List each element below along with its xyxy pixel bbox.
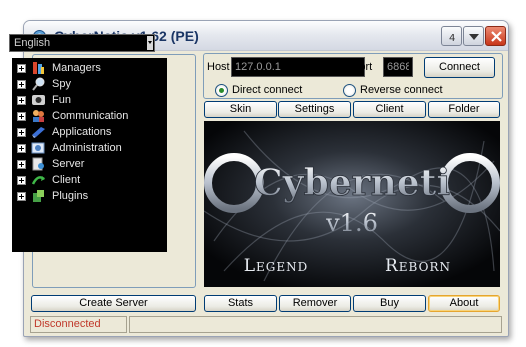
banner-right-word: Reborn [385,256,451,276]
help-button[interactable]: 4 [441,26,462,46]
close-icon [491,31,502,42]
server-icon [32,157,44,171]
expand-icon[interactable] [17,63,26,73]
stats-button[interactable]: Stats [204,295,277,312]
managers-icon [33,62,44,74]
status-panel [129,316,502,333]
minimize-button[interactable] [463,26,484,46]
tree-item-administration[interactable]: Administration [12,140,167,156]
expand-icon[interactable] [17,191,26,201]
expand-icon[interactable] [17,175,26,185]
tree-item-label: Fun [52,94,71,106]
chevron-down-icon [469,34,479,40]
language-select[interactable]: English [9,34,155,52]
expand-icon[interactable] [17,95,26,105]
tree-item-spy[interactable]: Spy [12,76,167,92]
skin-banner: Cyberneti v1.6 Legend Reborn [204,121,500,287]
remover-button[interactable]: Remover [279,295,351,312]
feature-tree: Managers Spy Fun Communication Applicati… [12,58,167,252]
svg-text:4: 4 [449,33,455,44]
port-input[interactable] [383,57,413,77]
expand-icon[interactable] [17,143,26,153]
tree-item-communication[interactable]: Communication [12,108,167,124]
port-label: Port [352,61,373,73]
direct-connect-radio[interactable] [215,84,228,97]
tree-item-label: Server [52,158,85,170]
banner-logo-text: Cyberneti [254,162,450,204]
tree-item-label: Client [52,174,81,186]
expand-icon[interactable] [17,111,26,121]
tab-folder[interactable]: Folder [428,101,500,118]
status-text: Disconnected [30,316,127,333]
host-input[interactable] [231,57,365,77]
close-button[interactable] [485,26,506,46]
language-select-value: English [14,37,51,49]
banner-artwork: Cyberneti v1.6 Legend Reborn [204,121,500,287]
reverse-connect-radio[interactable] [343,84,356,97]
help-icon: 4 [449,33,455,44]
tree-item-managers[interactable]: Managers [12,60,167,76]
tree-item-fun[interactable]: Fun [12,92,167,108]
spy-icon [32,77,45,91]
tree-item-client[interactable]: Client [12,172,167,188]
tree-item-label: Administration [52,142,122,154]
create-server-button[interactable]: Create Server [31,295,196,312]
plugins-icon [33,190,44,202]
tree-item-label: Communication [52,110,129,122]
tab-client[interactable]: Client [353,101,426,118]
administration-icon [31,142,45,154]
tab-settings[interactable]: Settings [278,101,351,118]
tree-item-label: Plugins [52,190,89,202]
expand-icon[interactable] [17,127,26,137]
dropdown-arrow-icon[interactable] [147,36,153,50]
expand-icon[interactable] [17,79,26,89]
tree-item-plugins[interactable]: Plugins [12,188,167,204]
reverse-connect-label[interactable]: Reverse connect [360,84,443,96]
connect-button[interactable]: Connect [424,57,495,78]
tree-item-applications[interactable]: Applications [12,124,167,140]
tab-skin[interactable]: Skin [204,101,277,118]
fun-icon [32,95,45,105]
tree-item-label: Applications [52,126,112,138]
client-icon [31,176,45,185]
tree-item-label: Spy [52,78,71,90]
buy-button[interactable]: Buy [353,295,426,312]
applications-icon [32,127,45,138]
banner-version-text: v1.6 [325,209,378,237]
expand-icon[interactable] [17,159,26,169]
banner-left-word: Legend [244,256,309,276]
tree-item-server[interactable]: Server [12,156,167,172]
tree-item-label: Managers [52,62,101,74]
communication-icon [33,110,44,122]
direct-connect-label[interactable]: Direct connect [232,84,302,96]
host-label: Host [207,61,230,73]
about-button[interactable]: About [428,295,500,312]
